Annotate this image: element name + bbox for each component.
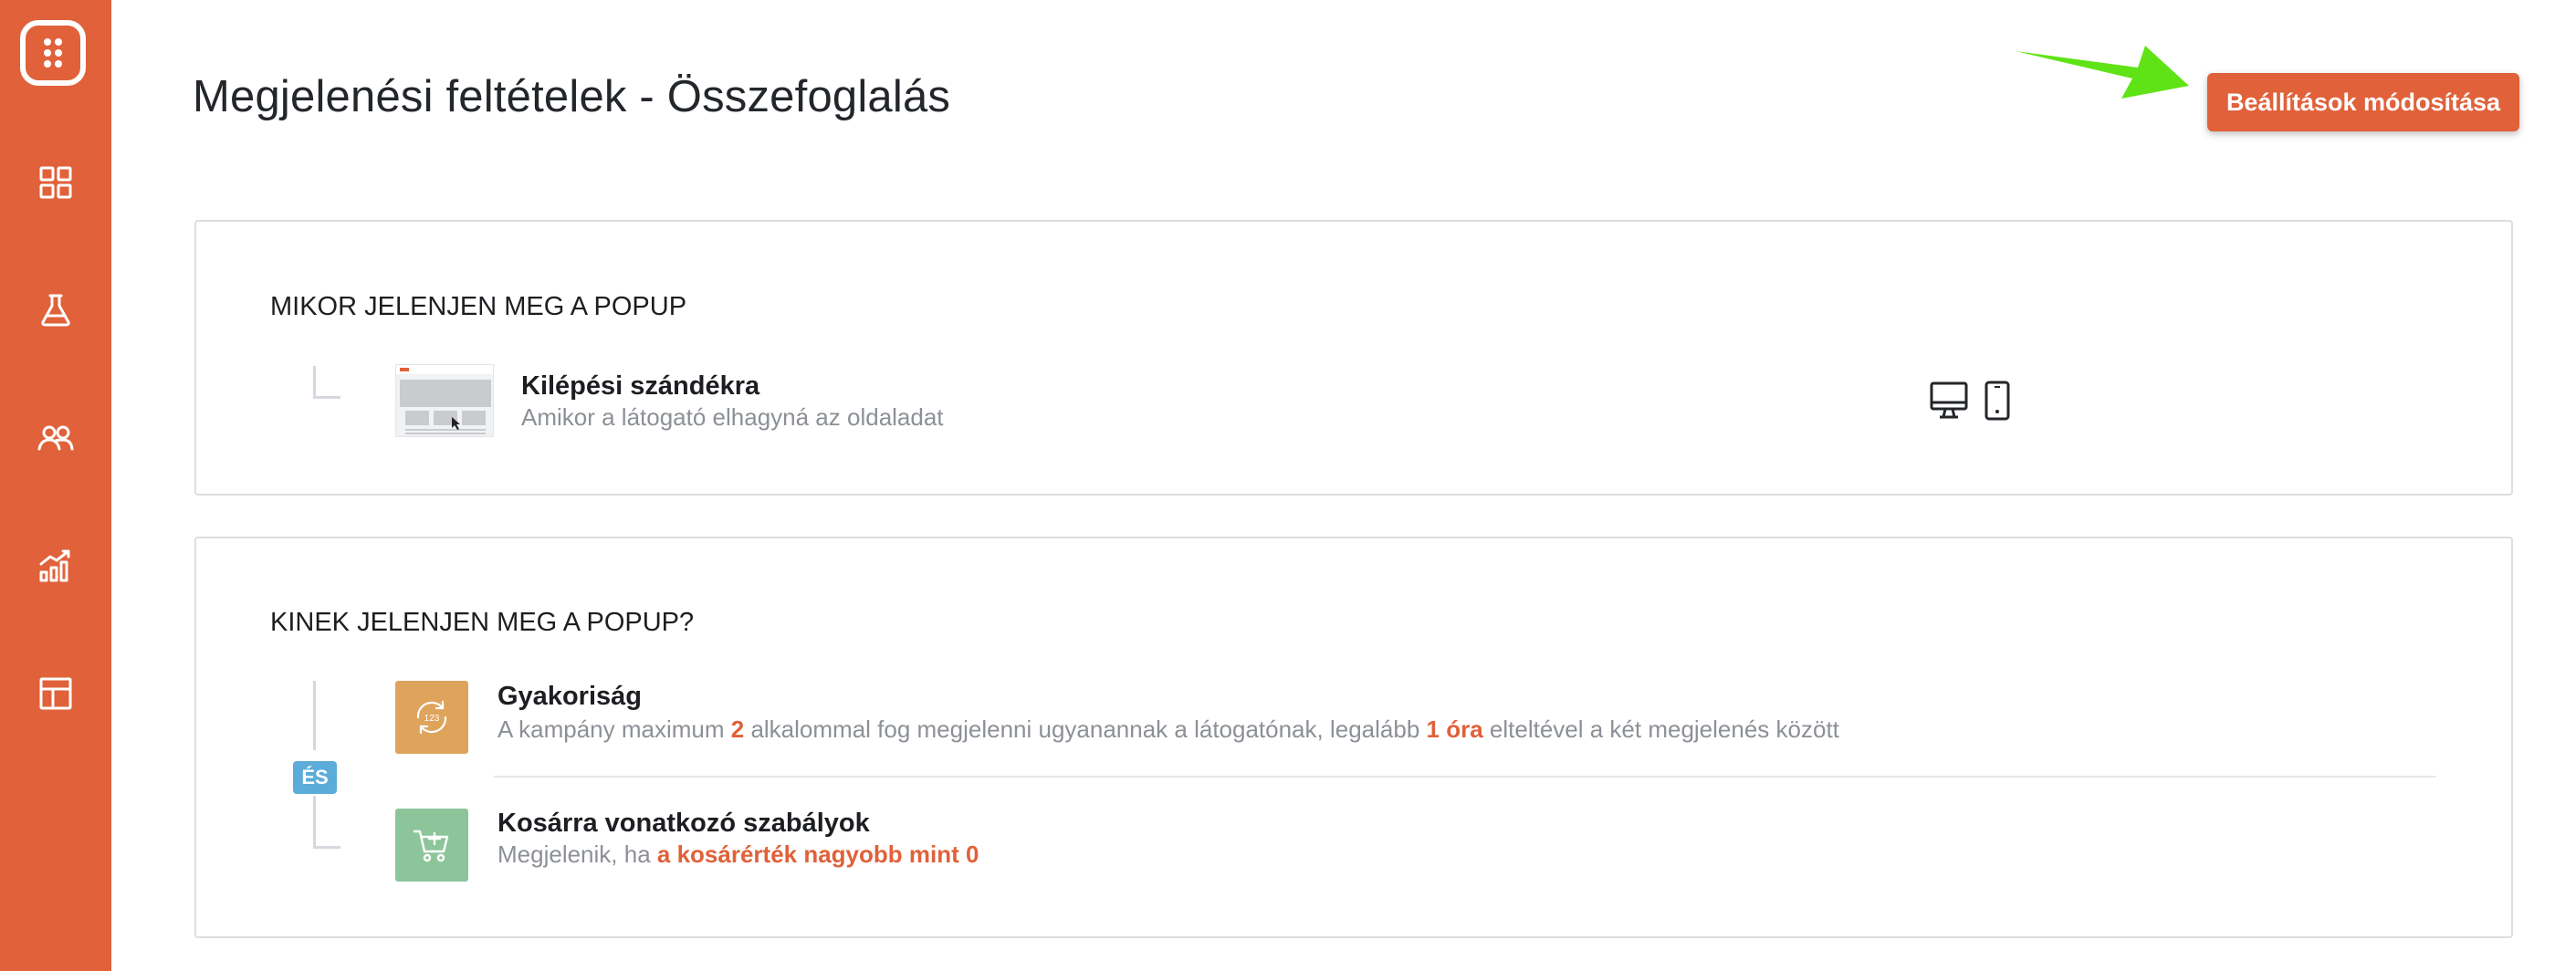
users-icon <box>37 425 74 451</box>
exit-intent-thumbnail <box>395 364 494 437</box>
tree-connector <box>313 396 340 399</box>
tree-connector <box>313 846 340 849</box>
tree-connector <box>313 681 316 750</box>
desktop-icon <box>1930 381 1968 419</box>
sidebar-item-analytics[interactable] <box>28 538 83 593</box>
mobile-icon <box>1984 381 2010 421</box>
frequency-icon: 123 <box>395 681 468 754</box>
frequency-count: 2 <box>730 715 745 743</box>
sidebar-item-templates[interactable] <box>28 666 83 721</box>
exit-intent-description: Amikor a látogató elhagyná az oldaladat <box>521 403 944 431</box>
and-badge: ÉS <box>293 761 337 794</box>
page-title: Megjelenési feltételek - Összefoglalás <box>193 72 951 121</box>
when-section-heading: MIKOR JELENJEN MEG A POPUP <box>270 292 687 321</box>
sidebar-item-dashboard[interactable] <box>28 155 83 210</box>
sidebar-item-experiments[interactable] <box>28 283 83 338</box>
rule-divider <box>494 776 2436 778</box>
layout-icon <box>39 677 72 710</box>
tree-connector <box>313 796 316 849</box>
dashboard-grid-icon <box>39 166 72 199</box>
when-section-card: MIKOR JELENJEN MEG A POPUP Kilépési szán… <box>194 220 2513 496</box>
edit-settings-button[interactable]: Beállítások módosítása <box>2207 73 2519 131</box>
cart-condition: a kosárérték nagyobb mint 0 <box>656 840 979 868</box>
flask-icon <box>41 294 70 327</box>
cart-rules-title: Kosárra vonatkozó szabályok <box>497 809 870 838</box>
analytics-icon <box>39 549 70 582</box>
cart-icon <box>395 809 468 882</box>
exit-intent-title: Kilépési szándékra <box>521 371 760 401</box>
annotation-arrow-icon <box>2016 46 2189 99</box>
who-section-heading: KINEK JELENJEN MEG A POPUP? <box>270 608 695 637</box>
logo-icon[interactable] <box>20 20 86 86</box>
who-section-card: KINEK JELENJEN MEG A POPUP? ÉS 123 Gyako… <box>194 537 2513 938</box>
sidebar <box>0 0 111 971</box>
cart-rules-description: Megjelenik, ha a kosárérték nagyobb mint… <box>497 840 979 868</box>
sidebar-item-audience[interactable] <box>28 411 83 465</box>
frequency-interval: 1 óra <box>1426 715 1483 743</box>
frequency-description: A kampány maximum 2 alkalommal fog megje… <box>497 715 1839 743</box>
cursor-icon <box>452 417 460 430</box>
tree-connector <box>313 366 316 399</box>
frequency-title: Gyakoriság <box>497 682 642 711</box>
svg-text:123: 123 <box>424 714 440 724</box>
